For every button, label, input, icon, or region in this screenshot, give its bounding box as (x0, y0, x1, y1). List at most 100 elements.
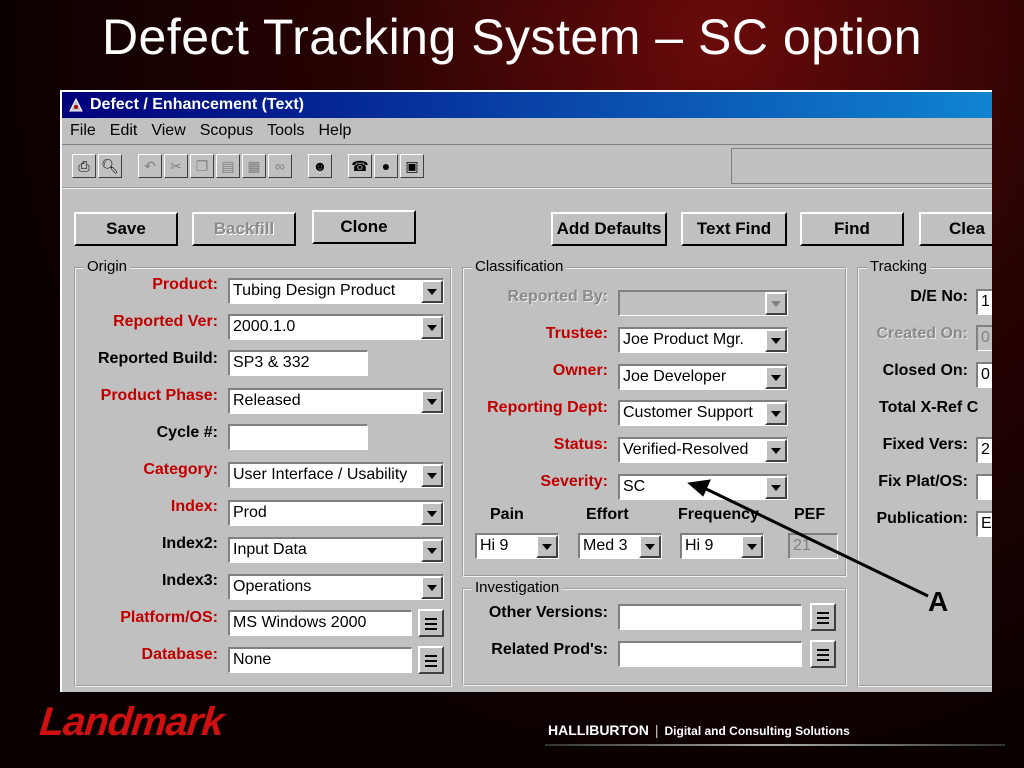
product-phase-label: Product Phase: (100, 387, 218, 404)
total-xref-label: Total X-Ref C (879, 399, 979, 416)
save-button[interactable]: Save (74, 212, 178, 246)
owner-label: Owner: (552, 362, 608, 379)
classification-legend: Classification (472, 258, 567, 275)
created-on-input: 0 (976, 325, 992, 351)
reported-by-label: Reported By: (507, 288, 608, 305)
publication-value: E (981, 515, 992, 532)
chevron-down-icon[interactable] (421, 502, 443, 525)
binoculars-icon[interactable]: ∞ (268, 154, 292, 178)
index2-select[interactable]: Input Data (228, 537, 444, 563)
footer-brand: HALLIBURTON | Digital and Consulting Solut… (548, 722, 850, 738)
cut-icon[interactable]: ✂ (164, 154, 188, 178)
chevron-down-icon[interactable] (421, 464, 443, 487)
trustee-select[interactable]: Joe Product Mgr. (618, 327, 788, 353)
closed-on-label: Closed On: (882, 362, 968, 379)
platform-list-button[interactable] (418, 609, 444, 637)
print-icon[interactable]: ⎙ (72, 154, 96, 178)
index3-select[interactable]: Operations (228, 574, 444, 600)
frequency-value: Hi 9 (685, 537, 714, 554)
text-find-button[interactable]: Text Find (681, 212, 787, 246)
effort-select[interactable]: Med 3 (578, 533, 662, 559)
clear-button[interactable]: Clea (919, 212, 992, 246)
category-value: User Interface / Usability (233, 466, 408, 483)
note-icon[interactable]: ▣ (400, 154, 424, 178)
print-preview-icon[interactable]: 🔍︎ (98, 154, 122, 178)
backfill-button[interactable]: Backfill (192, 212, 296, 246)
pain-select[interactable]: Hi 9 (475, 533, 559, 559)
reporting-dept-label: Reporting Dept: (487, 399, 608, 416)
menu-file[interactable]: File (70, 122, 96, 140)
menu-scopus[interactable]: Scopus (200, 122, 253, 140)
reported-build-value: SP3 & 332 (233, 354, 310, 371)
related-prods-input[interactable] (618, 641, 802, 667)
find-button[interactable]: Find (800, 212, 904, 246)
owner-select[interactable]: Joe Developer (618, 364, 788, 390)
category-select[interactable]: User Interface / Usability (228, 462, 444, 488)
reported-by-select[interactable] (618, 290, 788, 316)
fix-plat-input[interactable] (976, 474, 992, 500)
phone-icon[interactable]: ☎ (348, 154, 372, 178)
globe-icon[interactable]: ● (374, 154, 398, 178)
product-select[interactable]: Tubing Design Product (228, 278, 444, 304)
severity-value: SC (623, 478, 646, 495)
product-phase-select[interactable]: Released (228, 388, 444, 414)
chevron-down-icon[interactable] (765, 439, 787, 462)
reported-ver-select[interactable]: 2000.1.0 (228, 314, 444, 340)
other-versions-input[interactable] (618, 604, 802, 630)
menu-edit[interactable]: Edit (110, 122, 138, 140)
window-titlebar: Defect / Enhancement (Text) (62, 92, 992, 118)
menu-view[interactable]: View (151, 122, 185, 140)
chevron-down-icon[interactable] (765, 292, 787, 315)
clone-button[interactable]: Clone (312, 210, 416, 244)
product-label: Product: (152, 276, 218, 293)
trustee-label: Trustee: (545, 325, 608, 342)
effort-value: Med 3 (583, 537, 628, 554)
add-defaults-button[interactable]: Add Defaults (551, 212, 667, 246)
index-label: Index: (170, 498, 218, 515)
related-prods-list-button[interactable] (810, 640, 836, 668)
reporting-dept-value: Customer Support (623, 404, 753, 421)
chevron-down-icon[interactable] (765, 476, 787, 499)
chevron-down-icon[interactable] (421, 539, 443, 562)
chevron-down-icon[interactable] (421, 316, 443, 339)
copy-icon[interactable]: ❐ (190, 154, 214, 178)
chevron-down-icon[interactable] (536, 535, 558, 558)
chevron-down-icon[interactable] (741, 535, 763, 558)
undo-icon[interactable]: ↶ (138, 154, 162, 178)
frequency-select[interactable]: Hi 9 (680, 533, 764, 559)
chevron-down-icon[interactable] (765, 329, 787, 352)
database-input[interactable]: None (228, 647, 412, 673)
severity-select[interactable]: SC (618, 474, 788, 500)
chevron-down-icon[interactable] (639, 535, 661, 558)
reporting-dept-select[interactable]: Customer Support (618, 400, 788, 426)
menu-bar: File Edit View Scopus Tools Help (62, 118, 992, 145)
index2-label: Index2: (161, 535, 218, 552)
chevron-down-icon[interactable] (765, 366, 787, 389)
database-list-button[interactable] (418, 646, 444, 674)
publication-input[interactable]: E (976, 511, 992, 537)
status-label: Status: (553, 436, 608, 453)
chevron-down-icon[interactable] (421, 576, 443, 599)
chevron-down-icon[interactable] (421, 280, 443, 303)
index-select[interactable]: Prod (228, 500, 444, 526)
closed-on-input[interactable]: 0 (976, 362, 992, 388)
user-icon[interactable]: ☻ (308, 154, 332, 178)
platform-input[interactable]: MS Windows 2000 (228, 610, 412, 636)
database-value: None (233, 651, 272, 668)
fixed-vers-input[interactable]: 2 (976, 437, 992, 463)
other-versions-list-button[interactable] (810, 603, 836, 631)
reported-build-input[interactable]: SP3 & 332 (228, 350, 368, 376)
closed-on-value: 0 (981, 366, 990, 383)
menu-tools[interactable]: Tools (267, 122, 304, 140)
find-icon[interactable]: ▦ (242, 154, 266, 178)
chevron-down-icon[interactable] (765, 402, 787, 425)
cycle-input[interactable] (228, 424, 368, 450)
status-select[interactable]: Verified-Resolved (618, 437, 788, 463)
paste-icon[interactable]: ▤ (216, 154, 240, 178)
de-no-input[interactable]: 1 (976, 289, 992, 315)
effort-label: Effort (586, 506, 629, 523)
chevron-down-icon[interactable] (421, 390, 443, 413)
menu-help[interactable]: Help (318, 122, 351, 140)
created-on-value: 0 (981, 329, 990, 346)
cycle-label: Cycle #: (156, 424, 218, 441)
